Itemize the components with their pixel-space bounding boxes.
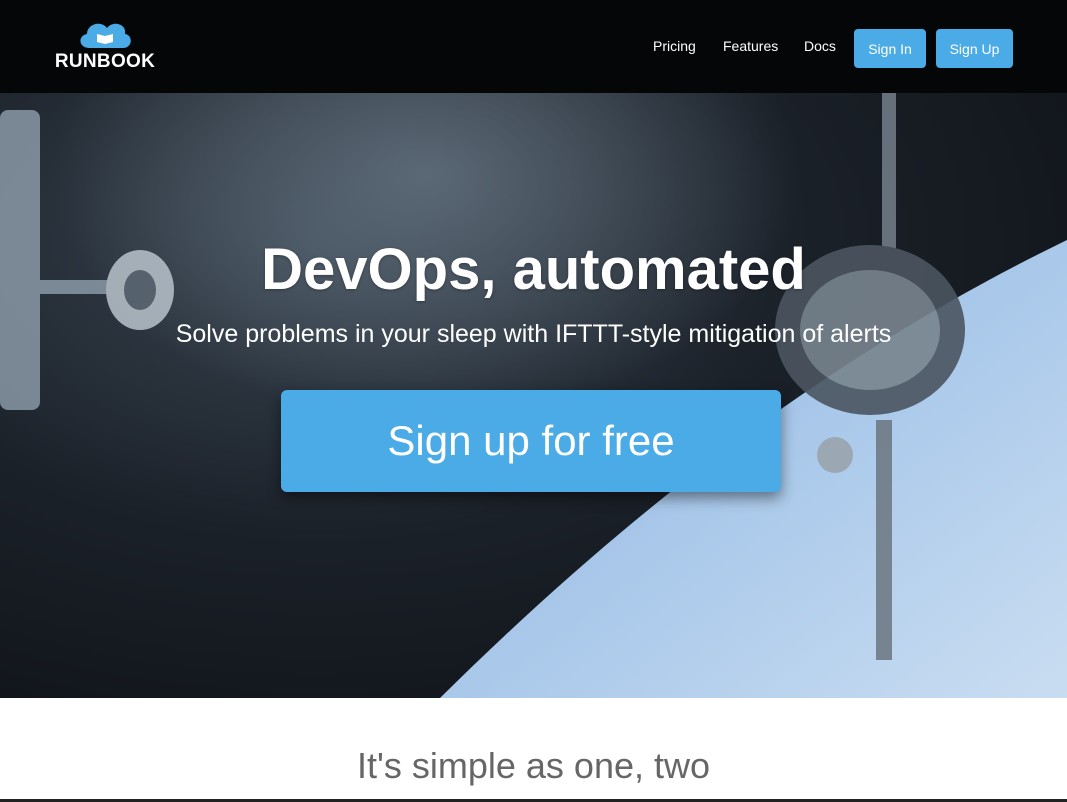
sign-up-button[interactable]: Sign Up — [936, 29, 1013, 68]
nav-link-pricing[interactable]: Pricing — [653, 38, 696, 54]
section-title: It's simple as one, two — [356, 745, 711, 786]
navbar: RUNBOOK Pricing Features Docs Sign In Si… — [0, 0, 1067, 93]
hero-section — [0, 0, 1067, 698]
brand-name: RUNBOOK — [54, 51, 156, 72]
hero-subtitle: Solve problems in your sleep with IFTTT-… — [175, 320, 892, 348]
brand-logo[interactable]: RUNBOOK — [50, 18, 160, 74]
hero-background-image — [0, 0, 1067, 698]
sign-in-button[interactable]: Sign In — [854, 29, 926, 68]
cloud-book-icon — [80, 23, 131, 48]
hero-title: DevOps, automated — [261, 237, 806, 302]
signup-free-button[interactable]: Sign up for free — [281, 390, 781, 492]
nav-link-docs[interactable]: Docs — [804, 38, 836, 54]
nav-link-features[interactable]: Features — [723, 38, 778, 54]
